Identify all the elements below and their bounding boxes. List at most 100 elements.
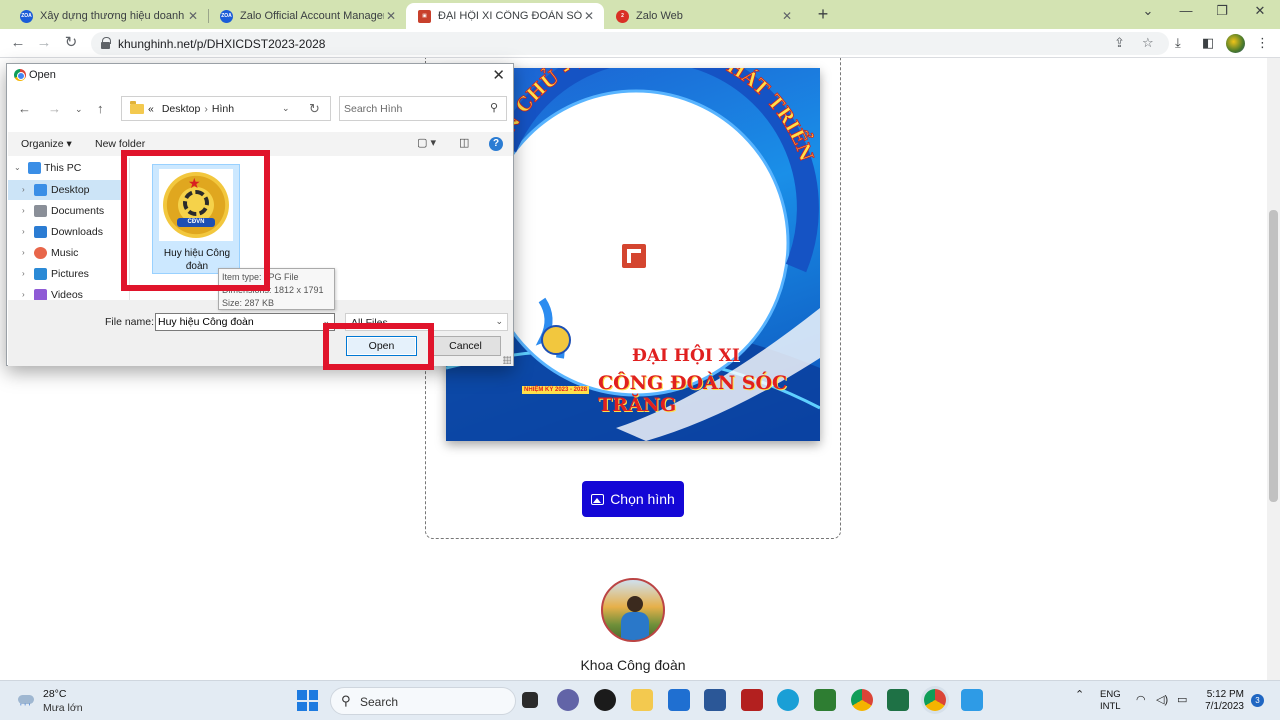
input-language[interactable]: ENG INTL [1100, 689, 1121, 713]
share-icon[interactable]: ⇪ [1114, 35, 1125, 51]
breadcrumb-hinh[interactable]: Hình [212, 103, 234, 115]
tab-xay-dung[interactable]: ZOA Xây dựng thương hiệu doanh ng ✕ [8, 3, 208, 29]
close-icon[interactable]: ✕ [492, 66, 505, 84]
filezilla-icon[interactable] [741, 689, 763, 711]
chevron-down-icon[interactable]: ⌄ [282, 103, 290, 114]
author-avatar[interactable] [601, 578, 665, 642]
breadcrumb-desktop[interactable]: Desktop [162, 103, 201, 115]
winscp-icon[interactable] [814, 689, 836, 711]
tree-item-videos[interactable]: › Videos [8, 285, 122, 300]
tree-item-this-pc[interactable]: ⌄ This PC [8, 158, 122, 178]
address-bar[interactable]: khunghinh.net/p/DHXICDST2023-2028 ⇪ ☆ [91, 32, 1169, 55]
chrome-icon[interactable] [851, 689, 873, 711]
tree-item-downloads[interactable]: › Downloads [8, 222, 122, 242]
chat-icon[interactable] [557, 689, 579, 711]
close-icon[interactable]: ✕ [186, 9, 200, 23]
word-icon[interactable] [704, 689, 726, 711]
poster-line1: ĐẠI HỘI XI [632, 346, 740, 366]
file-name-input[interactable] [158, 315, 318, 329]
up-folder-icon[interactable]: ↑ [97, 101, 104, 116]
tab-title: ĐẠI HỘI XI CÔNG ĐOÀN SÓC TR [438, 10, 582, 22]
download-icon[interactable]: ⤓ [1175, 35, 1181, 51]
wifi-icon[interactable]: ◠ [1136, 693, 1146, 706]
back-icon[interactable]: ← [18, 101, 31, 116]
dialog-titlebar[interactable]: Open ✕ [7, 64, 513, 86]
excel-icon[interactable] [887, 689, 909, 711]
chevron-right-icon[interactable]: › [22, 290, 25, 299]
preview-pane-icon[interactable]: ◫ [459, 136, 469, 149]
dell-icon[interactable] [594, 689, 616, 711]
new-tab-button[interactable]: + [814, 4, 832, 24]
chevron-right-icon[interactable]: › [22, 227, 25, 236]
tab-zalo-web[interactable]: 2 Zalo Web ✕ [604, 3, 802, 29]
new-folder-button[interactable]: New folder [95, 138, 145, 150]
url-text[interactable]: khunghinh.net/p/DHXICDST2023-2028 [118, 37, 325, 51]
notification-badge[interactable]: 3 [1251, 694, 1264, 707]
tree-item-desktop[interactable]: › Desktop [8, 180, 122, 200]
mail-icon[interactable] [668, 689, 690, 711]
minimize-icon[interactable]: — [1176, 3, 1196, 18]
bookmark-star-icon[interactable]: ☆ [1142, 35, 1154, 51]
chrome-active-icon[interactable] [924, 689, 946, 711]
choose-image-label: Chọn hình [610, 491, 675, 507]
file-name-field[interactable]: ⌄ [155, 313, 335, 331]
view-options-icon[interactable]: ▢ ▾ [417, 136, 436, 149]
chevron-right-icon[interactable]: › [22, 269, 25, 278]
side-panel-icon[interactable]: ◧ [1202, 35, 1214, 51]
edge-icon[interactable] [777, 689, 799, 711]
maximize-icon[interactable]: ❐ [1212, 3, 1232, 19]
weather-temperature[interactable]: 28°C [43, 688, 66, 700]
chevron-right-icon[interactable]: › [22, 206, 25, 215]
highlight-box-open [323, 323, 434, 370]
windows-start-icon[interactable] [297, 690, 318, 711]
refresh-icon[interactable]: ↻ [309, 101, 320, 117]
close-icon[interactable]: ✕ [582, 9, 596, 23]
windows-taskbar: 28°C Mưa lớn ⚲ Search ⌃ ENG INTL ◠ ◁) ▭ … [0, 680, 1280, 720]
lock-icon[interactable] [101, 37, 111, 49]
recent-locations-icon[interactable]: ⌄ [75, 104, 83, 115]
task-view-icon[interactable] [522, 692, 538, 708]
file-explorer-icon[interactable] [631, 689, 653, 711]
help-icon[interactable]: ? [489, 137, 503, 151]
chevron-down-icon[interactable]: ⌄ [495, 316, 503, 327]
volume-icon[interactable]: ◁) [1156, 693, 1168, 706]
menu-icon[interactable]: ⋮ [1256, 35, 1269, 51]
scrollbar-thumb[interactable] [1269, 210, 1278, 502]
tree-item-pictures[interactable]: › Pictures [8, 264, 122, 284]
author-name[interactable]: Khoa Công đoàn [540, 657, 726, 673]
tree-item-music[interactable]: › Music [8, 243, 122, 263]
page-scrollbar[interactable] [1267, 58, 1280, 680]
tab-search-icon[interactable]: ⌄ [1138, 3, 1158, 19]
tree-label: This PC [44, 162, 82, 174]
forward-icon[interactable]: → [34, 33, 54, 53]
close-icon[interactable]: ✕ [780, 9, 794, 23]
rain-cloud-icon[interactable] [16, 689, 36, 712]
chevron-up-icon[interactable]: ⌃ [1075, 688, 1084, 701]
profile-avatar[interactable] [1226, 34, 1245, 53]
resize-grip-icon[interactable] [503, 356, 511, 364]
cancel-button[interactable]: Cancel [430, 336, 501, 356]
taskbar-search[interactable]: ⚲ Search [330, 687, 516, 715]
chevron-down-icon[interactable]: ⌄ [14, 163, 21, 172]
reload-icon[interactable]: ↻ [61, 33, 81, 53]
choose-image-button[interactable]: Chọn hình [582, 481, 684, 517]
chevron-right-icon[interactable]: › [22, 185, 25, 194]
search-input[interactable] [344, 101, 484, 117]
weather-condition[interactable]: Mưa lớn [43, 702, 83, 714]
forward-icon[interactable]: → [48, 101, 61, 116]
breadcrumb: « Desktop › Hình [148, 103, 234, 115]
tab-zalo-oa-manager[interactable]: ZOA Zalo Official Account Manager ✕ [208, 3, 406, 29]
folder-search[interactable]: ⚲ [339, 96, 507, 121]
folder-path-bar[interactable]: « Desktop › Hình ⌄ ↻ [121, 96, 331, 121]
organize-button[interactable]: Organize ▾ [21, 138, 72, 150]
tab-dai-hoi-xi[interactable]: ▣ ĐẠI HỘI XI CÔNG ĐOÀN SÓC TR ✕ [406, 3, 604, 29]
tree-item-documents[interactable]: › Documents [8, 201, 122, 221]
battery-icon[interactable]: ▭ [1177, 693, 1187, 706]
chevron-right-icon[interactable]: › [22, 248, 25, 257]
tree-label: Desktop [51, 184, 90, 196]
close-window-icon[interactable]: ✕ [1250, 3, 1270, 19]
photos-icon[interactable] [961, 689, 983, 711]
system-clock[interactable]: 5:12 PM 7/1/2023 [1200, 689, 1244, 713]
close-icon[interactable]: ✕ [384, 9, 398, 23]
back-icon[interactable]: ← [8, 33, 28, 53]
